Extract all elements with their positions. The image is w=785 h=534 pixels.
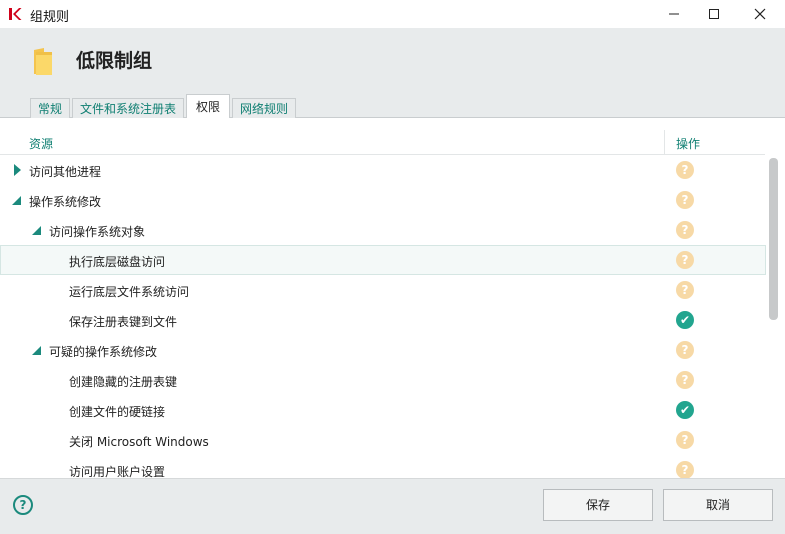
tab-bar: 常规 文件和系统注册表 权限 网络规则 [30, 94, 298, 119]
folder-icon [34, 48, 52, 75]
row-label: 访问其他进程 [29, 165, 102, 179]
collapse-triangle-icon[interactable] [12, 196, 21, 205]
tab-files-registry[interactable]: 文件和系统注册表 [72, 98, 185, 119]
question-status-icon[interactable]: ? [676, 431, 694, 449]
column-header-resource[interactable]: 资源 [29, 135, 53, 152]
column-header-action[interactable]: 操作 [676, 135, 700, 152]
question-status-icon[interactable]: ? [676, 221, 694, 239]
row-label: 访问操作系统对象 [49, 225, 146, 239]
header-panel: 低限制组 常规 文件和系统注册表 权限 网络规则 [0, 28, 785, 119]
column-separator [664, 130, 665, 154]
table-row[interactable]: 关闭 Microsoft Windows? [0, 425, 766, 455]
row-label: 运行底层文件系统访问 [69, 285, 190, 299]
group-rules-window: 组规则 低限制组 常规 文件和系统注册表 权限 网络规则 资源 操作 访问其他进… [0, 0, 785, 534]
help-icon[interactable]: ? [13, 495, 33, 515]
question-status-icon[interactable]: ? [676, 371, 694, 389]
table-row[interactable]: 操作系统修改? [0, 185, 766, 215]
cancel-button[interactable]: 取消 [663, 489, 773, 521]
collapse-triangle-icon[interactable] [32, 226, 41, 235]
row-label: 创建隐藏的注册表键 [69, 375, 178, 389]
permissions-table: 资源 操作 访问其他进程? 操作系统修改? 访问操作系统对象? 执行底层磁盘访问? 运行… [0, 118, 785, 479]
table-row[interactable]: 创建隐藏的注册表键? [0, 365, 766, 395]
minimize-icon [669, 13, 679, 15]
table-row[interactable]: 运行底层文件系统访问? [0, 275, 766, 305]
question-status-icon[interactable]: ? [676, 341, 694, 359]
table-header: 资源 操作 [0, 118, 765, 155]
row-label: 关闭 Microsoft Windows [69, 435, 209, 449]
table-row[interactable]: 执行底层磁盘访问? [0, 245, 766, 275]
tab-network-rules[interactable]: 网络规则 [232, 98, 297, 119]
close-icon [754, 8, 766, 20]
minimize-button[interactable] [652, 0, 696, 28]
allowed-check-icon[interactable]: ✔ [676, 401, 694, 419]
question-status-icon[interactable]: ? [676, 161, 694, 179]
table-row[interactable]: 访问其他进程? [0, 155, 766, 185]
row-label: 可疑的操作系统修改 [49, 345, 158, 359]
row-label: 操作系统修改 [29, 195, 102, 209]
expand-triangle-icon[interactable] [14, 164, 21, 176]
table-row[interactable]: 创建文件的硬链接 ✔ [0, 395, 766, 425]
group-title: 低限制组 [76, 50, 153, 72]
tab-general[interactable]: 常规 [30, 98, 71, 119]
row-label: 创建文件的硬链接 [69, 405, 166, 419]
tab-permissions[interactable]: 权限 [186, 94, 231, 118]
table-row[interactable]: 保存注册表键到文件 ✔ [0, 305, 766, 335]
table-row[interactable]: 访问操作系统对象? [0, 215, 766, 245]
table-row[interactable]: 可疑的操作系统修改? [0, 335, 766, 365]
scrollbar-thumb[interactable] [769, 158, 778, 320]
question-status-icon[interactable]: ? [676, 281, 694, 299]
question-status-icon[interactable]: ? [676, 461, 694, 479]
row-label: 保存注册表键到文件 [69, 315, 178, 329]
maximize-button[interactable] [692, 0, 736, 28]
table-body: 访问其他进程? 操作系统修改? 访问操作系统对象? 执行底层磁盘访问? 运行底层文件系统… [0, 155, 766, 485]
close-button[interactable] [738, 0, 782, 28]
window-title: 组规则 [30, 10, 70, 25]
collapse-triangle-icon[interactable] [32, 346, 41, 355]
maximize-icon [709, 9, 719, 19]
kaspersky-logo-icon [9, 8, 22, 20]
save-button[interactable]: 保存 [543, 489, 653, 521]
question-status-icon[interactable]: ? [676, 251, 694, 269]
title-bar: 组规则 [0, 0, 785, 28]
row-label: 执行底层磁盘访问 [69, 255, 166, 269]
question-status-icon[interactable]: ? [676, 191, 694, 209]
footer-bar: ? 保存 取消 [0, 478, 785, 534]
allowed-check-icon[interactable]: ✔ [676, 311, 694, 329]
